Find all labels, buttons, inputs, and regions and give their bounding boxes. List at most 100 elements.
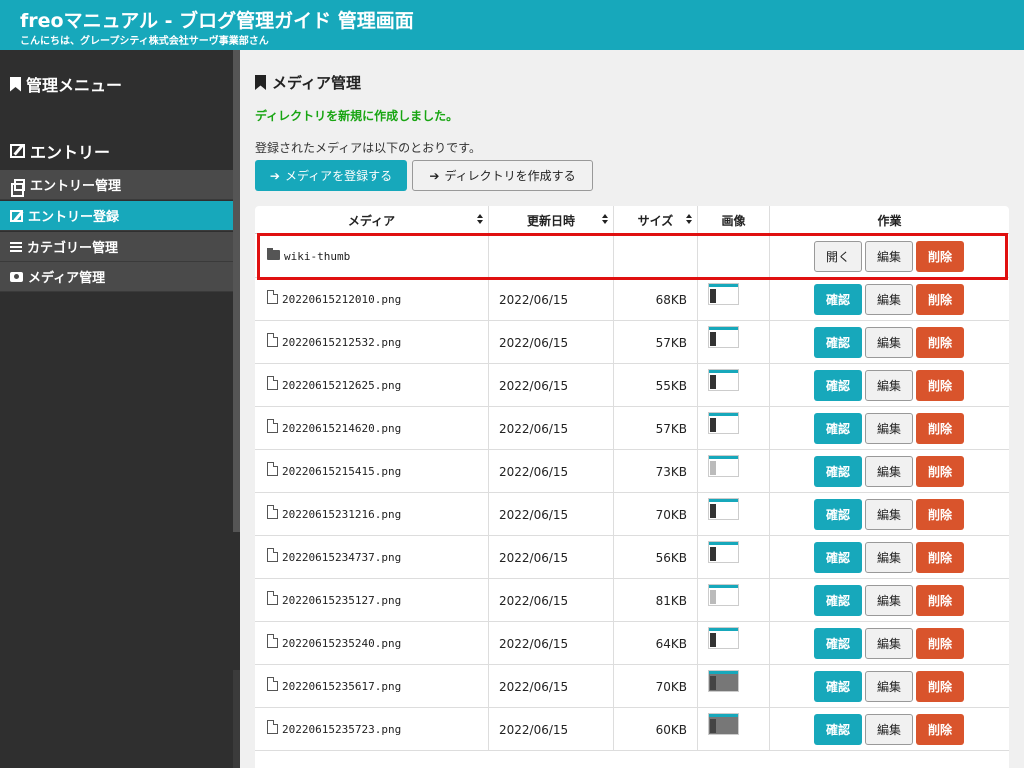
- media-name-cell[interactable]: 20220615214620.png: [255, 407, 489, 450]
- sidebar-item-entry-list[interactable]: エントリー管理: [0, 170, 233, 200]
- sort-icon[interactable]: [477, 214, 483, 226]
- create-directory-label: ディレクトリを作成する: [444, 169, 576, 183]
- confirm-button[interactable]: 確認: [814, 456, 862, 487]
- delete-button[interactable]: 削除: [916, 542, 964, 573]
- delete-button[interactable]: 削除: [916, 327, 964, 358]
- edit-button[interactable]: 編集: [865, 327, 913, 358]
- delete-button[interactable]: 削除: [916, 671, 964, 702]
- thumbnail-image[interactable]: [708, 584, 739, 606]
- image-cell: [698, 235, 770, 278]
- delete-button[interactable]: 削除: [916, 370, 964, 401]
- file-name[interactable]: 20220615231216.png: [282, 508, 401, 521]
- confirm-button[interactable]: 確認: [814, 671, 862, 702]
- file-name[interactable]: 20220615215415.png: [282, 465, 401, 478]
- site-title[interactable]: freoマニュアル - ブログ管理ガイド 管理画面: [20, 6, 414, 33]
- edit-button[interactable]: 編集: [865, 370, 913, 401]
- media-name-cell[interactable]: 20220615212532.png: [255, 321, 489, 364]
- delete-button[interactable]: 削除: [916, 585, 964, 616]
- column-header-actions: 作業: [770, 206, 1009, 234]
- edit-button[interactable]: 編集: [865, 585, 913, 616]
- media-name-cell[interactable]: 20220615235127.png: [255, 579, 489, 622]
- file-name[interactable]: 20220615212532.png: [282, 336, 401, 349]
- confirm-button[interactable]: 確認: [814, 628, 862, 659]
- media-table: メディア 更新日時 サイズ 画像 作業 wiki-thumb 開く 編集 削除 …: [255, 206, 1009, 768]
- delete-button[interactable]: 削除: [916, 628, 964, 659]
- delete-button[interactable]: 削除: [916, 499, 964, 530]
- confirm-button[interactable]: 確認: [814, 542, 862, 573]
- date-cell: 2022/06/15: [489, 708, 614, 751]
- register-media-button[interactable]: ➔ メディアを登録する: [255, 160, 407, 191]
- delete-button[interactable]: 削除: [916, 284, 964, 315]
- thumbnail-image[interactable]: [708, 498, 739, 520]
- open-button[interactable]: 開く: [814, 241, 862, 272]
- thumbnail-image[interactable]: [708, 713, 739, 735]
- main-content: メディア管理 ディレクトリを新規に作成しました。 登録されたメディアは以下のとお…: [240, 50, 1024, 768]
- media-name-cell[interactable]: 20220615212010.png: [255, 278, 489, 321]
- sidebar-item-entry-register[interactable]: エントリー登録: [0, 201, 233, 231]
- file-name[interactable]: 20220615235240.png: [282, 637, 401, 650]
- file-icon: [267, 719, 278, 734]
- thumbnail-image[interactable]: [708, 627, 739, 649]
- confirm-button[interactable]: 確認: [814, 714, 862, 745]
- media-name-cell[interactable]: 20220615215415.png: [255, 450, 489, 493]
- thumbnail-image[interactable]: [708, 283, 739, 305]
- file-name[interactable]: 20220615212625.png: [282, 379, 401, 392]
- media-name-cell[interactable]: 20220615235723.png: [255, 708, 489, 751]
- file-name[interactable]: 20220615234737.png: [282, 551, 401, 564]
- edit-button[interactable]: 編集: [865, 714, 913, 745]
- column-header-size[interactable]: サイズ: [614, 206, 698, 234]
- edit-button[interactable]: 編集: [865, 284, 913, 315]
- sort-icon[interactable]: [686, 214, 692, 226]
- edit-button[interactable]: 編集: [865, 499, 913, 530]
- file-name[interactable]: 20220615212010.png: [282, 293, 401, 306]
- create-directory-button[interactable]: ➔ ディレクトリを作成する: [412, 160, 593, 191]
- media-name-cell[interactable]: 20220615234737.png: [255, 536, 489, 579]
- column-header-updated[interactable]: 更新日時: [489, 206, 614, 234]
- table-row: 20220615212532.png 2022/06/15 57KB 確認 編集 削除: [255, 321, 1009, 364]
- thumbnail-image[interactable]: [708, 541, 739, 563]
- edit-button[interactable]: 編集: [865, 456, 913, 487]
- file-name[interactable]: 20220615235723.png: [282, 723, 401, 736]
- edit-button[interactable]: 編集: [865, 671, 913, 702]
- media-name-cell[interactable]: 20220615231216.png: [255, 493, 489, 536]
- file-icon: [267, 461, 278, 476]
- file-name[interactable]: 20220615235617.png: [282, 680, 401, 693]
- edit-button[interactable]: 編集: [865, 413, 913, 444]
- directory-name[interactable]: wiki-thumb: [284, 250, 350, 263]
- thumbnail-image[interactable]: [708, 412, 739, 434]
- file-icon: [267, 375, 278, 390]
- delete-button[interactable]: 削除: [916, 714, 964, 745]
- sidebar-item-media[interactable]: メディア管理: [0, 262, 233, 292]
- confirm-button[interactable]: 確認: [814, 370, 862, 401]
- thumbnail-image[interactable]: [708, 455, 739, 477]
- confirm-button[interactable]: 確認: [814, 327, 862, 358]
- media-name-cell[interactable]: wiki-thumb: [255, 235, 489, 278]
- thumbnail-image[interactable]: [708, 670, 739, 692]
- delete-button[interactable]: 削除: [916, 413, 964, 444]
- file-icon: [267, 504, 278, 519]
- file-name[interactable]: 20220615214620.png: [282, 422, 401, 435]
- thumbnail-image[interactable]: [708, 369, 739, 391]
- delete-button[interactable]: 削除: [916, 241, 964, 272]
- sort-icon[interactable]: [602, 214, 608, 226]
- sidebar-scrollbar[interactable]: [233, 50, 240, 532]
- media-name-cell[interactable]: 20220615235240.png: [255, 622, 489, 665]
- actions-cell: 確認 編集 削除: [770, 450, 1009, 493]
- file-icon: [267, 633, 278, 648]
- column-header-media[interactable]: メディア: [255, 206, 489, 234]
- confirm-button[interactable]: 確認: [814, 499, 862, 530]
- date-cell: [489, 235, 614, 278]
- delete-button[interactable]: 削除: [916, 456, 964, 487]
- sidebar-item-category[interactable]: カテゴリー管理: [0, 232, 233, 262]
- edit-icon: [10, 209, 23, 222]
- media-name-cell[interactable]: 20220615212625.png: [255, 364, 489, 407]
- edit-button[interactable]: 編集: [865, 628, 913, 659]
- edit-button[interactable]: 編集: [865, 542, 913, 573]
- media-name-cell[interactable]: 20220615235617.png: [255, 665, 489, 708]
- thumbnail-image[interactable]: [708, 326, 739, 348]
- edit-button[interactable]: 編集: [865, 241, 913, 272]
- file-name[interactable]: 20220615235127.png: [282, 594, 401, 607]
- confirm-button[interactable]: 確認: [814, 585, 862, 616]
- confirm-button[interactable]: 確認: [814, 413, 862, 444]
- confirm-button[interactable]: 確認: [814, 284, 862, 315]
